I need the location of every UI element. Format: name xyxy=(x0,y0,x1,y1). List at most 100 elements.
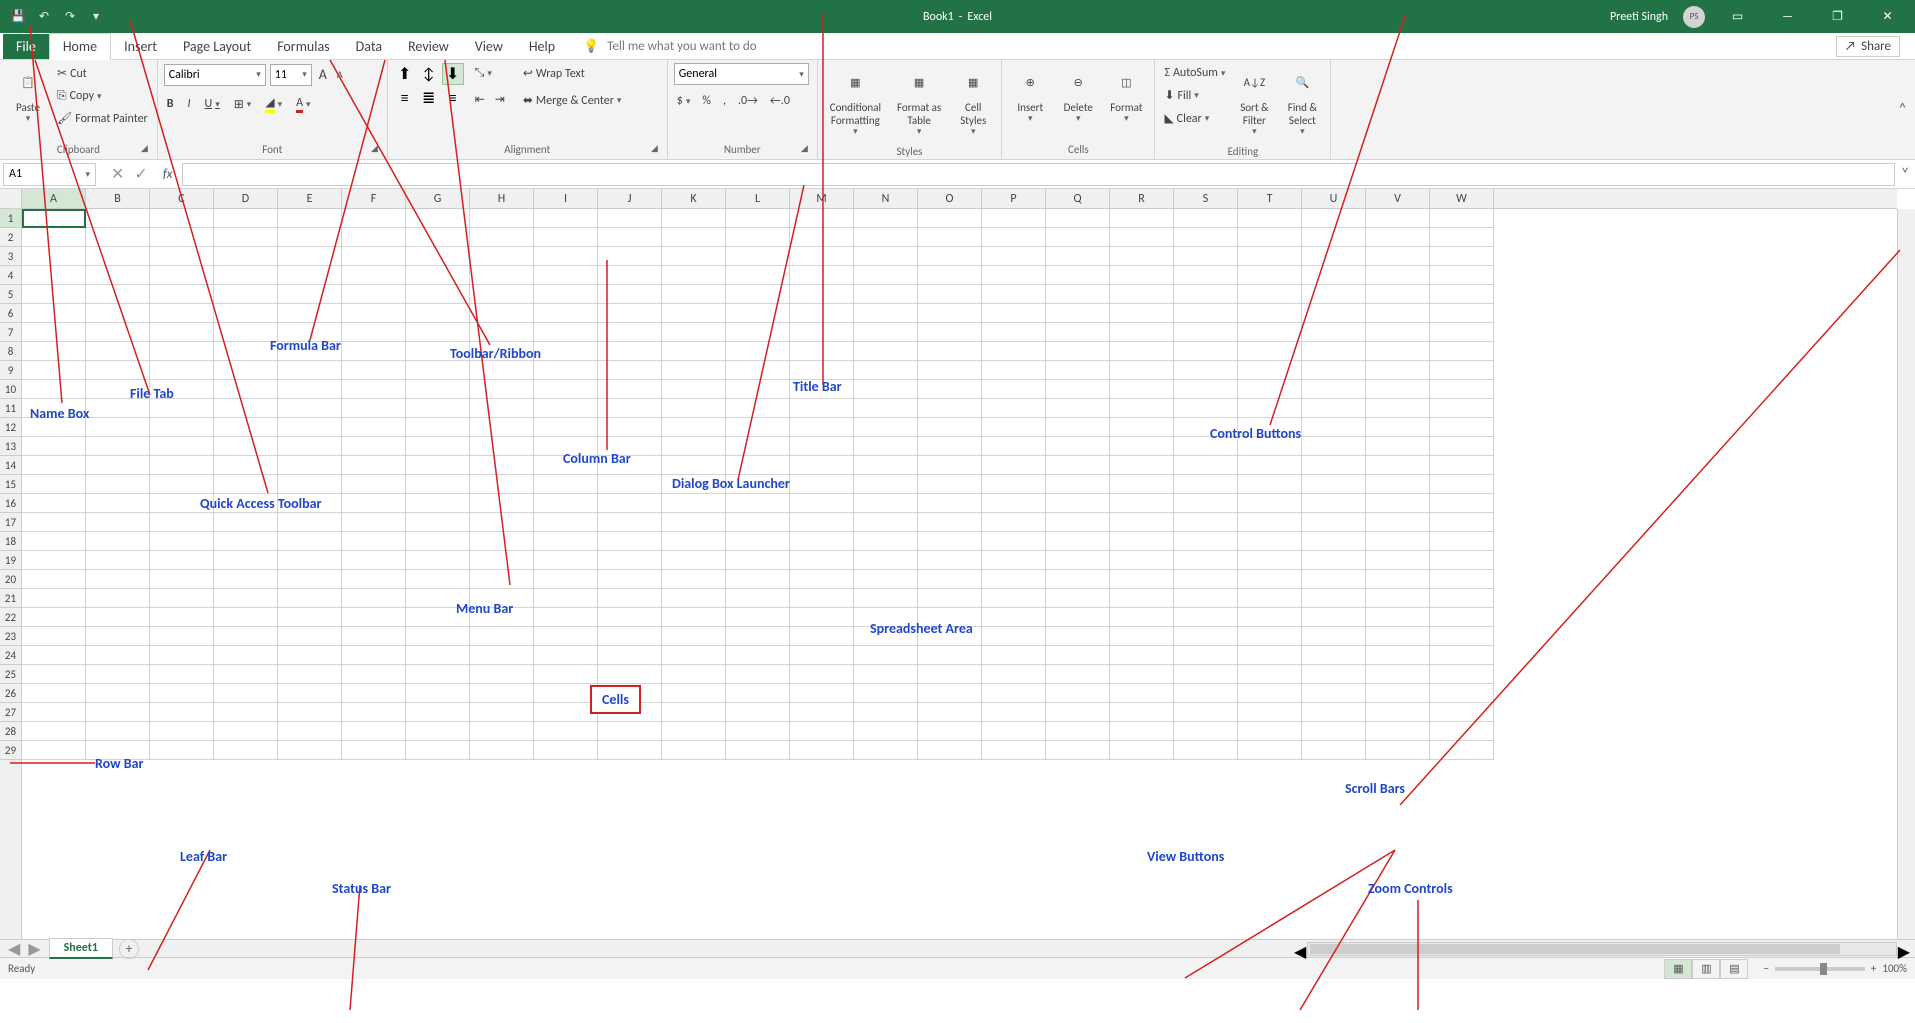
cell[interactable] xyxy=(214,722,278,741)
cell[interactable] xyxy=(662,209,726,228)
cell[interactable] xyxy=(278,570,342,589)
cell[interactable] xyxy=(726,646,790,665)
cell[interactable] xyxy=(214,418,278,437)
page-break-view-button[interactable]: ▤ xyxy=(1720,959,1748,979)
cell[interactable] xyxy=(86,703,150,722)
col-header-L[interactable]: L xyxy=(726,189,790,208)
avatar[interactable]: PS xyxy=(1683,6,1705,28)
zoom-level[interactable]: 100% xyxy=(1882,962,1907,975)
cell[interactable] xyxy=(1046,304,1110,323)
cell[interactable] xyxy=(918,684,982,703)
cell[interactable] xyxy=(22,342,86,361)
cell[interactable] xyxy=(278,399,342,418)
cell[interactable] xyxy=(342,418,406,437)
cell[interactable] xyxy=(470,665,534,684)
tab-file[interactable]: File xyxy=(3,34,49,59)
font-size-combo[interactable]: 11▾ xyxy=(270,64,312,86)
row-header-17[interactable]: 17 xyxy=(0,513,21,532)
cell[interactable] xyxy=(982,494,1046,513)
cell[interactable] xyxy=(342,627,406,646)
cell[interactable] xyxy=(342,380,406,399)
cell[interactable] xyxy=(278,513,342,532)
cell[interactable] xyxy=(598,589,662,608)
cell[interactable] xyxy=(1366,266,1430,285)
insert-cells-button[interactable]: ⊕Insert▾ xyxy=(1008,63,1052,129)
cell[interactable] xyxy=(1110,418,1174,437)
cell[interactable] xyxy=(726,570,790,589)
cell[interactable] xyxy=(1366,741,1430,760)
cell[interactable] xyxy=(534,361,598,380)
row-header-5[interactable]: 5 xyxy=(0,285,21,304)
cell[interactable] xyxy=(598,570,662,589)
collapse-ribbon-icon[interactable]: ˄ xyxy=(1890,60,1915,159)
cell[interactable] xyxy=(534,589,598,608)
cell[interactable] xyxy=(854,228,918,247)
delete-cells-button[interactable]: ⊖Delete▾ xyxy=(1056,63,1100,129)
cell[interactable] xyxy=(214,532,278,551)
cell[interactable] xyxy=(22,589,86,608)
cell[interactable] xyxy=(854,513,918,532)
cell[interactable] xyxy=(22,741,86,760)
cell[interactable] xyxy=(1302,532,1366,551)
cell[interactable] xyxy=(470,418,534,437)
row-header-28[interactable]: 28 xyxy=(0,722,21,741)
tab-page-layout[interactable]: Page Layout xyxy=(170,34,264,59)
cell[interactable] xyxy=(470,323,534,342)
cell[interactable] xyxy=(726,342,790,361)
cell[interactable] xyxy=(1046,342,1110,361)
cell[interactable] xyxy=(662,741,726,760)
cell[interactable] xyxy=(1110,380,1174,399)
cell[interactable] xyxy=(918,304,982,323)
font-name-combo[interactable]: Calibri▾ xyxy=(164,64,266,86)
cell[interactable] xyxy=(1046,703,1110,722)
cell[interactable] xyxy=(534,608,598,627)
cell[interactable] xyxy=(150,285,214,304)
cell[interactable] xyxy=(1366,304,1430,323)
cell[interactable] xyxy=(790,513,854,532)
cell[interactable] xyxy=(982,304,1046,323)
cell[interactable] xyxy=(278,684,342,703)
cell[interactable] xyxy=(22,323,86,342)
row-header-15[interactable]: 15 xyxy=(0,475,21,494)
cell[interactable] xyxy=(534,266,598,285)
cell[interactable] xyxy=(342,532,406,551)
orientation-button[interactable]: ⤡▾ xyxy=(472,63,508,83)
cell[interactable] xyxy=(982,646,1046,665)
cell[interactable] xyxy=(1302,551,1366,570)
cell[interactable] xyxy=(150,304,214,323)
cell[interactable] xyxy=(726,551,790,570)
cell[interactable] xyxy=(790,456,854,475)
cell[interactable] xyxy=(982,532,1046,551)
cell[interactable] xyxy=(1046,399,1110,418)
cell[interactable] xyxy=(1238,342,1302,361)
cell[interactable] xyxy=(1366,399,1430,418)
cell[interactable] xyxy=(1046,418,1110,437)
cell[interactable] xyxy=(1302,456,1366,475)
cell[interactable] xyxy=(1046,361,1110,380)
cell[interactable] xyxy=(342,684,406,703)
cell[interactable] xyxy=(342,285,406,304)
scroll-right-icon[interactable]: ▶ xyxy=(1898,942,1910,962)
cell[interactable] xyxy=(1302,418,1366,437)
zoom-out-button[interactable]: − xyxy=(1763,962,1768,975)
cell[interactable] xyxy=(982,437,1046,456)
cell[interactable] xyxy=(854,703,918,722)
cell[interactable] xyxy=(278,418,342,437)
cell[interactable] xyxy=(406,285,470,304)
col-header-F[interactable]: F xyxy=(342,189,406,208)
cell[interactable] xyxy=(86,722,150,741)
cell[interactable] xyxy=(470,380,534,399)
cell[interactable] xyxy=(342,342,406,361)
cell[interactable] xyxy=(854,741,918,760)
cell[interactable] xyxy=(918,323,982,342)
cell[interactable] xyxy=(214,646,278,665)
cell[interactable] xyxy=(342,494,406,513)
cell[interactable] xyxy=(790,627,854,646)
cell[interactable] xyxy=(86,589,150,608)
cell[interactable] xyxy=(150,399,214,418)
cell[interactable] xyxy=(918,703,982,722)
cell[interactable] xyxy=(854,361,918,380)
cell[interactable] xyxy=(662,703,726,722)
cell[interactable] xyxy=(342,570,406,589)
cell[interactable] xyxy=(1430,247,1494,266)
